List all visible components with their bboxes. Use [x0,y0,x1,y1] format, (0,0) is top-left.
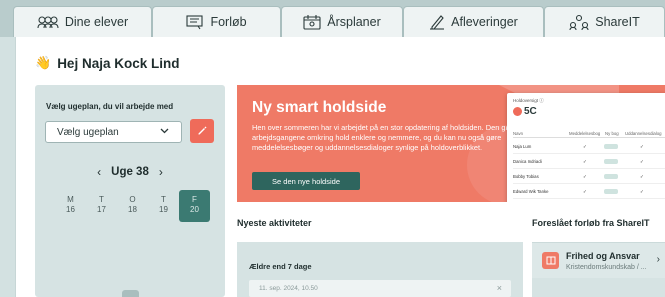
preview-table-header: Navn Meddelelsesbog Ny bog Uddannelsesdi… [513,129,665,138]
tab-label: Årsplaner [327,15,381,29]
suggestions-title: Foreslået forløb fra ShareIT [532,218,650,228]
suggestions-card: Frihed og Ansvar Kristendomskundskab / .… [532,242,665,297]
preview-table-row: Bobby Tobias ✓ ✓ [513,170,665,184]
day-cell[interactable]: T 17 [86,190,117,222]
preview-class-header: 5C [513,106,537,117]
calendar-button[interactable] [122,290,139,297]
suggested-course-item[interactable]: Frihed og Ansvar Kristendomskundskab / .… [532,242,665,278]
chevron-down-icon [160,126,169,138]
tab-shareit[interactable]: ShareIT [544,6,665,37]
day-cell[interactable]: T 19 [148,190,179,222]
close-icon[interactable]: × [497,283,502,293]
promo-title: Ny smart holdside [252,99,387,116]
suggested-course-name: Frihed og Ansvar [566,251,640,261]
page-title: 👋 Hej Naja Kock Lind [35,55,179,71]
tab-forlob[interactable]: Forløb [152,6,281,37]
top-tab-bar: Dine elever Forløb Årsplaner Afleveringe… [0,0,665,37]
weekplan-select-value: Vælg ugeplan [57,126,119,138]
tab-label: Dine elever [64,15,129,29]
preview-table-row: Naja Lum ✓ ✓ [513,140,665,154]
prev-week-button[interactable]: ‹ [97,165,101,179]
wave-emoji: 👋 [35,55,52,70]
weekplan-title: Vælg ugeplan, du vil arbejde med [46,102,174,111]
day-cell[interactable]: O 18 [117,190,148,222]
preview-table-row: Danica Indriadi ✓ ✓ [513,155,665,169]
class-dot-icon [513,107,522,116]
pencil-icon [197,122,207,140]
promo-text: Hen over sommeren har vi arbejdet på en … [252,123,513,152]
edit-weekplan-button[interactable] [190,119,214,143]
students-icon [37,15,59,29]
course-icon [186,14,204,30]
tab-label: ShareIT [595,15,640,29]
suggested-course-meta: Kristendomskundskab / ... [566,264,647,271]
tab-label: Afleveringer [451,15,518,29]
next-week-button[interactable]: › [159,165,163,179]
activities-group-label: Ældre end 7 dage [249,262,312,271]
weekplan-card: Vælg ugeplan, du vil arbejde med Vælg ug… [35,85,225,297]
see-new-class-page-button[interactable]: Se den nye holdside [252,172,360,190]
chevron-right-icon: › [656,254,660,265]
share-icon [569,14,589,30]
tab-arsplaner[interactable]: Årsplaner [281,6,403,37]
promo-banner: Ny smart holdside Hen over sommeren har … [237,85,665,202]
week-label: Uge 38 [111,166,149,178]
preview-screenshot: Holdoversigt ⓘ 5C Navn Meddelelsesbog Ny… [507,93,665,202]
tab-label: Forløb [210,15,247,29]
activities-card: Ældre end 7 dage 11. sep. 2024, 10.50 × [237,242,523,297]
book-icon [542,252,559,269]
day-cell-selected[interactable]: F 20 [179,190,210,222]
weekplan-select[interactable]: Vælg ugeplan [45,121,182,143]
day-strip: M 16 T 17 O 18 T 19 F 20 [55,190,210,222]
activities-title: Nyeste aktiviteter [237,218,312,228]
week-navigator: ‹ Uge 38 › [35,165,225,179]
preview-table-row: Edward Wik Tanke ✓ ✓ [513,185,665,199]
pen-icon [429,14,445,30]
calendar-icon [303,14,321,30]
tab-dine-elever[interactable]: Dine elever [13,6,152,37]
tab-afleveringer[interactable]: Afleveringer [403,6,544,37]
greeting-text: Hej Naja Kock Lind [57,55,180,71]
activity-time: 11. sep. 2024, 10.50 [259,285,318,292]
activity-item[interactable]: 11. sep. 2024, 10.50 × [249,280,511,297]
main-panel: 👋 Hej Naja Kock Lind Vælg ugeplan, du vi… [15,37,665,297]
day-cell[interactable]: M 16 [55,190,86,222]
preview-breadcrumb: Holdoversigt ⓘ [513,98,544,103]
